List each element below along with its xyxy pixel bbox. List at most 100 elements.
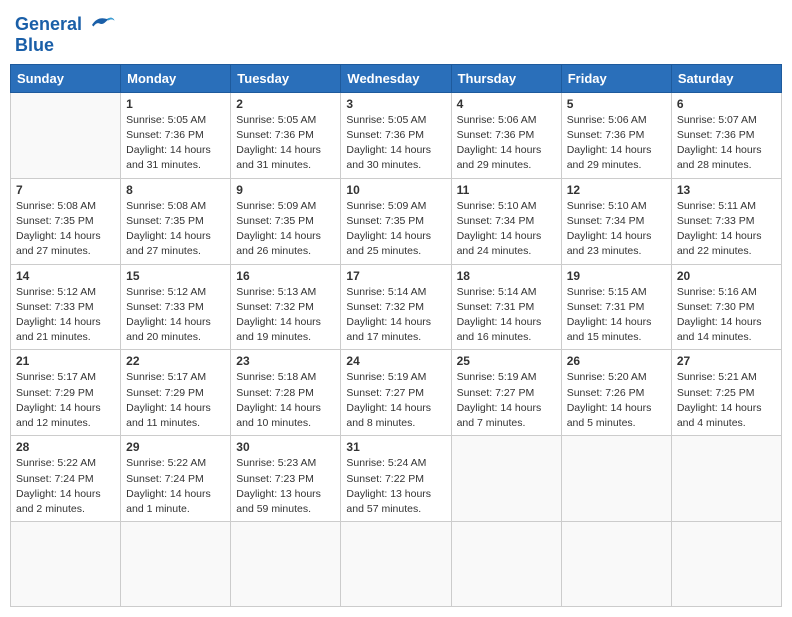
day-cell: 5 Sunrise: 5:06 AMSunset: 7:36 PMDaylight…	[561, 92, 671, 178]
day-cell: 22Sunrise: 5:17 AMSunset: 7:29 PMDayligh…	[121, 350, 231, 436]
day-info: Sunrise: 5:19 AMSunset: 7:27 PMDaylight:…	[346, 370, 445, 431]
weekday-header-thursday: Thursday	[451, 64, 561, 92]
empty-day-cell	[11, 92, 121, 178]
empty-day-cell	[671, 522, 781, 607]
day-info: Sunrise: 5:08 AMSunset: 7:35 PMDaylight:…	[126, 199, 225, 260]
day-number: 28	[16, 440, 115, 454]
day-info: Sunrise: 5:08 AMSunset: 7:35 PMDaylight:…	[16, 199, 115, 260]
empty-day-cell	[561, 436, 671, 522]
day-number: 25	[457, 354, 556, 368]
day-info: Sunrise: 5:09 AMSunset: 7:35 PMDaylight:…	[346, 199, 445, 260]
day-cell: 3Sunrise: 5:05 AMSunset: 7:36 PMDaylight…	[341, 92, 451, 178]
day-cell: 30 Sunrise: 5:23 AMSunset: 7:23 PMDayligh…	[231, 436, 341, 522]
day-info: Sunrise: 5:12 AMSunset: 7:33 PMDaylight:…	[126, 285, 225, 346]
weekday-header-tuesday: Tuesday	[231, 64, 341, 92]
day-cell: 26 Sunrise: 5:20 AMSunset: 7:26 PMDayligh…	[561, 350, 671, 436]
day-number: 7	[16, 183, 115, 197]
day-number: 29	[126, 440, 225, 454]
calendar-row: 28 Sunrise: 5:22 AMSunset: 7:24 PMDayligh…	[11, 436, 782, 522]
day-info: Sunrise: 5:09 AMSunset: 7:35 PMDaylight:…	[236, 199, 335, 260]
day-cell: 28 Sunrise: 5:22 AMSunset: 7:24 PMDayligh…	[11, 436, 121, 522]
day-number: 10	[346, 183, 445, 197]
day-info: Sunrise: 5:07 AMSunset: 7:36 PMDaylight:…	[677, 113, 776, 174]
logo-text: General	[15, 15, 82, 35]
day-number: 3	[346, 97, 445, 111]
calendar-row: 7 Sunrise: 5:08 AMSunset: 7:35 PMDaylight…	[11, 178, 782, 264]
empty-day-cell	[561, 522, 671, 607]
day-cell: 27Sunrise: 5:21 AMSunset: 7:25 PMDayligh…	[671, 350, 781, 436]
day-cell: 18Sunrise: 5:14 AMSunset: 7:31 PMDayligh…	[451, 264, 561, 350]
day-number: 6	[677, 97, 776, 111]
day-cell: 15 Sunrise: 5:12 AMSunset: 7:33 PMDayligh…	[121, 264, 231, 350]
day-cell: 24Sunrise: 5:19 AMSunset: 7:27 PMDayligh…	[341, 350, 451, 436]
day-cell: 17 Sunrise: 5:14 AMSunset: 7:32 PMDayligh…	[341, 264, 451, 350]
day-number: 23	[236, 354, 335, 368]
day-info: Sunrise: 5:22 AMSunset: 7:24 PMDaylight:…	[16, 456, 115, 517]
day-number: 21	[16, 354, 115, 368]
logo-blue-text: Blue	[15, 36, 54, 56]
day-cell: 2 Sunrise: 5:05 AMSunset: 7:36 PMDaylight…	[231, 92, 341, 178]
day-number: 26	[567, 354, 666, 368]
day-number: 30	[236, 440, 335, 454]
day-info: Sunrise: 5:11 AMSunset: 7:33 PMDaylight:…	[677, 199, 776, 260]
calendar-row	[11, 522, 782, 607]
empty-day-cell	[11, 522, 121, 607]
weekday-header-friday: Friday	[561, 64, 671, 92]
day-number: 8	[126, 183, 225, 197]
day-info: Sunrise: 5:15 AMSunset: 7:31 PMDaylight:…	[567, 285, 666, 346]
day-number: 31	[346, 440, 445, 454]
day-info: Sunrise: 5:12 AMSunset: 7:33 PMDaylight:…	[16, 285, 115, 346]
calendar-table: SundayMondayTuesdayWednesdayThursdayFrid…	[10, 64, 782, 607]
empty-day-cell	[671, 436, 781, 522]
day-cell: 6 Sunrise: 5:07 AMSunset: 7:36 PMDaylight…	[671, 92, 781, 178]
day-cell: 23 Sunrise: 5:18 AMSunset: 7:28 PMDayligh…	[231, 350, 341, 436]
day-info: Sunrise: 5:05 AMSunset: 7:36 PMDaylight:…	[126, 113, 225, 174]
day-number: 5	[567, 97, 666, 111]
day-number: 1	[126, 97, 225, 111]
day-info: Sunrise: 5:06 AMSunset: 7:36 PMDaylight:…	[567, 113, 666, 174]
day-cell: 13Sunrise: 5:11 AMSunset: 7:33 PMDayligh…	[671, 178, 781, 264]
day-number: 15	[126, 269, 225, 283]
empty-day-cell	[341, 522, 451, 607]
day-cell: 1 Sunrise: 5:05 AMSunset: 7:36 PMDaylight…	[121, 92, 231, 178]
day-info: Sunrise: 5:18 AMSunset: 7:28 PMDaylight:…	[236, 370, 335, 431]
day-cell: 25 Sunrise: 5:19 AMSunset: 7:27 PMDayligh…	[451, 350, 561, 436]
day-cell: 7 Sunrise: 5:08 AMSunset: 7:35 PMDaylight…	[11, 178, 121, 264]
day-info: Sunrise: 5:14 AMSunset: 7:32 PMDaylight:…	[346, 285, 445, 346]
day-number: 19	[567, 269, 666, 283]
day-number: 4	[457, 97, 556, 111]
day-info: Sunrise: 5:16 AMSunset: 7:30 PMDaylight:…	[677, 285, 776, 346]
day-info: Sunrise: 5:23 AMSunset: 7:23 PMDaylight:…	[236, 456, 335, 517]
weekday-header-saturday: Saturday	[671, 64, 781, 92]
day-cell: 29 Sunrise: 5:22 AMSunset: 7:24 PMDayligh…	[121, 436, 231, 522]
day-info: Sunrise: 5:22 AMSunset: 7:24 PMDaylight:…	[126, 456, 225, 517]
empty-day-cell	[231, 522, 341, 607]
page-header: General Blue	[10, 10, 782, 56]
day-cell: 11 Sunrise: 5:10 AMSunset: 7:34 PMDayligh…	[451, 178, 561, 264]
calendar-row: 1 Sunrise: 5:05 AMSunset: 7:36 PMDaylight…	[11, 92, 782, 178]
day-cell: 9 Sunrise: 5:09 AMSunset: 7:35 PMDaylight…	[231, 178, 341, 264]
day-cell: 12Sunrise: 5:10 AMSunset: 7:34 PMDayligh…	[561, 178, 671, 264]
day-number: 14	[16, 269, 115, 283]
logo-bird-icon	[86, 10, 116, 40]
day-info: Sunrise: 5:24 AMSunset: 7:22 PMDaylight:…	[346, 456, 445, 517]
day-number: 12	[567, 183, 666, 197]
day-info: Sunrise: 5:20 AMSunset: 7:26 PMDaylight:…	[567, 370, 666, 431]
day-number: 9	[236, 183, 335, 197]
day-number: 17	[346, 269, 445, 283]
day-cell: 4Sunrise: 5:06 AMSunset: 7:36 PMDaylight…	[451, 92, 561, 178]
empty-day-cell	[451, 522, 561, 607]
logo: General Blue	[15, 10, 116, 56]
day-number: 2	[236, 97, 335, 111]
day-info: Sunrise: 5:13 AMSunset: 7:32 PMDaylight:…	[236, 285, 335, 346]
day-info: Sunrise: 5:19 AMSunset: 7:27 PMDaylight:…	[457, 370, 556, 431]
day-number: 11	[457, 183, 556, 197]
day-number: 20	[677, 269, 776, 283]
day-info: Sunrise: 5:17 AMSunset: 7:29 PMDaylight:…	[16, 370, 115, 431]
empty-day-cell	[121, 522, 231, 607]
day-info: Sunrise: 5:05 AMSunset: 7:36 PMDaylight:…	[236, 113, 335, 174]
day-info: Sunrise: 5:10 AMSunset: 7:34 PMDaylight:…	[457, 199, 556, 260]
calendar-row: 14 Sunrise: 5:12 AMSunset: 7:33 PMDayligh…	[11, 264, 782, 350]
day-cell: 16Sunrise: 5:13 AMSunset: 7:32 PMDayligh…	[231, 264, 341, 350]
day-cell: 31 Sunrise: 5:24 AMSunset: 7:22 PMDayligh…	[341, 436, 451, 522]
